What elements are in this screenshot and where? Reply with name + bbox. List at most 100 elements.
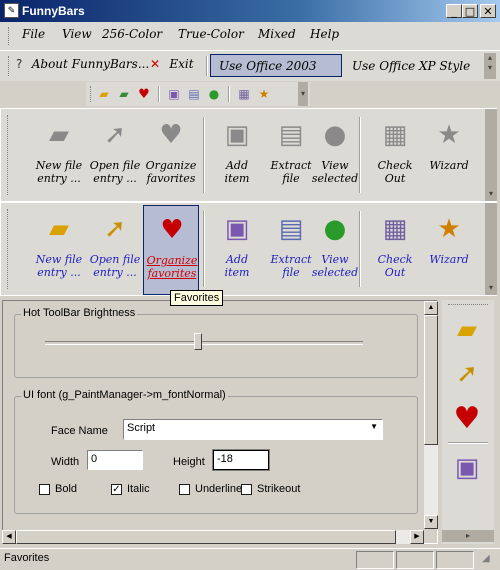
close-button[interactable]: ✕ — [480, 4, 496, 18]
toolbar-button-globe-folder[interactable]: ▰ New file entry ... — [31, 205, 87, 295]
vertical-toolbar: ▰ ➚ ♥ ▣ ▸ — [442, 300, 494, 544]
toolbar-button-label: Wizard — [429, 159, 469, 172]
globe-folder-icon: ▰ — [49, 120, 69, 150]
small-toolbar-chevron[interactable]: ▾ — [298, 82, 308, 106]
width-field[interactable]: 0 — [87, 450, 143, 470]
open-folder-icon[interactable]: ▰ — [116, 86, 132, 102]
toolbar-button-label: New file entry ... — [35, 253, 83, 279]
status-bar: Favorites ◢ — [0, 548, 500, 570]
add-item-icon: ▣ — [224, 120, 250, 150]
toolbar-button-heart[interactable]: ♥ Organize favorites — [143, 111, 199, 201]
question-icon: ? — [16, 57, 23, 71]
view-selected-icon[interactable]: ● — [206, 86, 222, 102]
checkbox-strikeout[interactable]: Strikeout — [241, 483, 300, 495]
text-toolbar: ? About FunnyBars... ✕ Exit Use Office 2… — [0, 51, 500, 95]
large-toolbar-gray: ▰ New file entry ... ➚ Open file entry ... ♥… — [0, 108, 497, 202]
add-item-icon[interactable]: ▣ — [448, 450, 486, 486]
menu-true-color[interactable]: True-Color — [178, 27, 244, 41]
extract-file-icon[interactable]: ▤ — [186, 86, 202, 102]
office-2003-style-button[interactable]: Use Office 2003 Style — [210, 54, 342, 95]
wizard-icon: ★ — [437, 214, 461, 244]
resize-grip-icon[interactable]: ◢ — [482, 553, 490, 564]
toolbar-button-wizard[interactable]: ★ Wizard — [421, 205, 477, 295]
font-legend: UI font (g_PaintManager->m_fontNormal) — [21, 389, 228, 401]
chevron-down-icon[interactable]: ▼ — [370, 422, 378, 431]
toolbar-button-view-selected[interactable]: ● View selected — [307, 111, 363, 201]
menu-mixed[interactable]: Mixed — [258, 27, 296, 41]
exit-x-icon: ✕ — [150, 57, 161, 71]
toolbar-button-label: Open file entry ... — [89, 253, 141, 279]
height-field[interactable]: -18 — [212, 449, 270, 471]
brightness-group: Hot ToolBar Brightness — [14, 307, 418, 378]
scroll-down-button[interactable]: ▼ — [424, 515, 438, 529]
open-folder-icon: ➚ — [104, 214, 126, 244]
checkbox-italic[interactable]: ✓ Italic — [111, 483, 150, 495]
checkbox-box[interactable] — [39, 484, 50, 495]
checkbox-box[interactable] — [179, 484, 190, 495]
scroll-left-button[interactable]: ◀ — [2, 530, 16, 544]
about-button[interactable]: ? About FunnyBars... — [16, 57, 149, 75]
toolbar-button-label: Organize favorites — [145, 159, 197, 185]
brightness-track — [45, 341, 363, 345]
toolbar-button-view-selected[interactable]: ● View selected — [307, 205, 363, 295]
open-folder-icon[interactable]: ➚ — [448, 356, 486, 392]
small-icon-toolbar: ▰ ▰ ♥ ▣ ▤ ● ▦ ★ ▾ — [86, 82, 310, 106]
globe-folder-icon[interactable]: ▰ — [448, 312, 486, 348]
brightness-slider[interactable] — [193, 333, 202, 350]
checkbox-box[interactable]: ✓ — [111, 484, 122, 495]
add-item-icon: ▣ — [224, 214, 250, 244]
scroll-right-button[interactable]: ▶ — [410, 530, 424, 544]
toolbar-chevron[interactable]: ▴ ▾ — [484, 53, 496, 79]
toolbar-button-label: Check Out — [377, 159, 413, 185]
toolbar-button-open-folder[interactable]: ➚ Open file entry ... — [87, 205, 143, 295]
checkbox-underline[interactable]: Underline — [179, 483, 242, 495]
menu-help[interactable]: Help — [310, 27, 339, 41]
globe-folder-icon[interactable]: ▰ — [96, 86, 112, 102]
toolbar-button-add-item[interactable]: ▣ Add item — [209, 205, 265, 295]
horizontal-scrollbar[interactable]: ◀ ▶ — [2, 530, 424, 544]
status-text: Favorites — [4, 552, 50, 564]
toolbar-button-check-out[interactable]: ▦ Check Out — [367, 111, 423, 201]
menu-view[interactable]: View — [62, 27, 92, 41]
toolbar-button-heart[interactable]: ♥ Organize favorites — [143, 205, 199, 295]
title-bar[interactable]: ✎ FunnyBars _ □ ✕ — [0, 0, 500, 22]
exit-button[interactable]: ✕ Exit — [150, 57, 194, 75]
heart-icon: ♥ — [160, 215, 184, 245]
wizard-icon[interactable]: ★ — [256, 86, 272, 102]
toolbar-button-add-item[interactable]: ▣ Add item — [209, 111, 265, 201]
toolbar-button-open-folder[interactable]: ➚ Open file entry ... — [87, 111, 143, 201]
window-title: FunnyBars — [22, 4, 85, 18]
toolbar-button-label: Open file entry ... — [89, 159, 141, 185]
toolbar-button-label: Add item — [224, 253, 250, 279]
toolbar-button-globe-folder[interactable]: ▰ New file entry ... — [31, 111, 87, 201]
checkbox-label: Strikeout — [257, 483, 301, 495]
globe-folder-icon: ▰ — [49, 214, 69, 244]
scroll-up-button[interactable]: ▲ — [424, 301, 438, 315]
checkbox-label: Underline — [195, 483, 243, 495]
toolbar-button-label: View selected — [311, 159, 359, 185]
large-toolbar-color-chevron[interactable]: ▾ — [485, 203, 497, 295]
face-name-combobox[interactable]: Script ▼ — [123, 419, 383, 440]
add-item-icon[interactable]: ▣ — [166, 86, 182, 102]
checkbox-label: Italic — [127, 483, 150, 495]
minimize-button[interactable]: _ — [446, 4, 462, 18]
office-xp-style-button[interactable]: Use Office XP Style — [352, 59, 470, 73]
wizard-icon: ★ — [437, 120, 461, 150]
hscroll-thumb[interactable] — [16, 530, 396, 544]
toolbar-button-check-out[interactable]: ▦ Check Out — [367, 205, 423, 295]
heart-icon[interactable]: ♥ — [448, 400, 486, 436]
scroll-thumb[interactable] — [424, 315, 438, 445]
large-toolbar-gray-chevron[interactable]: ▾ — [485, 109, 497, 201]
maximize-button[interactable]: □ — [462, 4, 478, 18]
toolbar-button-label: Wizard — [429, 253, 469, 266]
vertical-scrollbar[interactable]: ▲ ▼ — [424, 301, 438, 529]
menu-file[interactable]: File — [22, 27, 45, 41]
checkbox-label: Bold — [55, 483, 78, 495]
menu-256-color[interactable]: 256-Color — [102, 27, 162, 41]
vertical-toolbar-chevron[interactable]: ▸ — [442, 530, 494, 542]
checkbox-box[interactable] — [241, 484, 252, 495]
heart-icon[interactable]: ♥ — [136, 86, 152, 102]
checkbox-bold[interactable]: Bold — [39, 483, 77, 495]
check-out-icon[interactable]: ▦ — [236, 86, 252, 102]
toolbar-button-wizard[interactable]: ★ Wizard — [421, 111, 477, 201]
